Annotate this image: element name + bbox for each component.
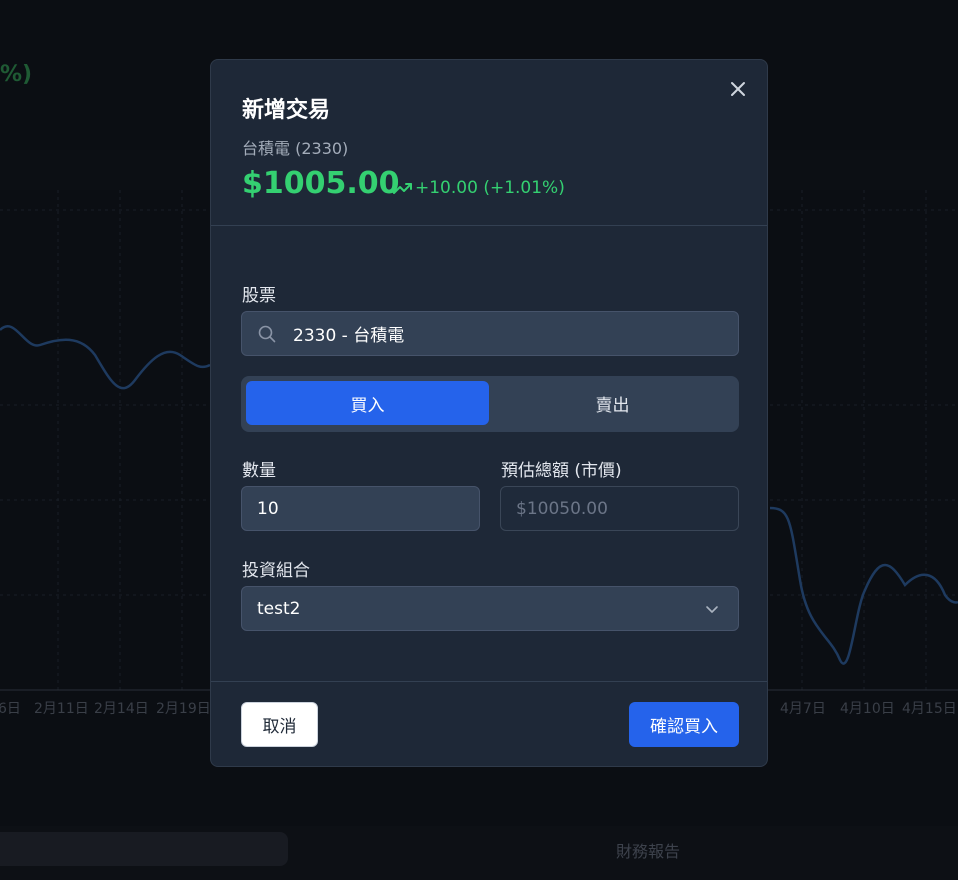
confirm-buy-button[interactable]: 確認買入 (629, 702, 739, 747)
stock-label: 股票 (242, 286, 276, 306)
estimate-total-field: $10050.00 (500, 486, 739, 531)
x-tick-label: 4月15日 (902, 701, 957, 717)
sell-tab[interactable]: 賣出 (491, 381, 734, 425)
header-divider (211, 225, 767, 226)
add-transaction-modal: 新增交易 台積電 (2330) $1005.00 +10.00 (+1.01%)… (210, 59, 768, 767)
close-icon (731, 82, 745, 96)
modal-title: 新增交易 (242, 98, 331, 123)
stock-price: $1005.00 (242, 166, 400, 201)
x-tick-label: 6日 (0, 701, 21, 717)
x-tick-label: 2月11日 (34, 701, 89, 717)
estimate-total-value: $10050.00 (516, 498, 608, 519)
x-tick-label: 4月7日 (780, 701, 826, 717)
estimate-total-label: 預估總額 (市價) (501, 461, 622, 481)
background-tab-financial-report: 財務報告 (616, 842, 681, 861)
search-icon (258, 325, 276, 342)
x-tick-label: 4月10日 (840, 701, 895, 717)
footer-divider (211, 681, 767, 682)
chevron-down-icon (706, 605, 718, 613)
portfolio-label: 投資組合 (242, 561, 310, 581)
stock-search-value: 2330 - 台積電 (293, 326, 405, 346)
background-tab-left (0, 832, 288, 866)
background-percent-text: %) (0, 62, 33, 87)
quantity-value: 10 (257, 498, 279, 519)
price-change: +10.00 (+1.01%) (393, 178, 565, 198)
x-tick-label: 2月19日 (156, 701, 211, 717)
trending-up-icon (393, 183, 412, 194)
quantity-label: 數量 (242, 461, 276, 481)
stock-search-input[interactable]: 2330 - 台積電 (241, 311, 739, 356)
quantity-input[interactable]: 10 (241, 486, 480, 531)
cancel-button[interactable]: 取消 (241, 702, 318, 747)
x-tick-label: 2月14日 (94, 701, 149, 717)
buy-sell-toggle: 買入 賣出 (241, 376, 739, 432)
stock-name: 台積電 (2330) (242, 139, 349, 158)
portfolio-value: test2 (257, 598, 301, 619)
portfolio-select[interactable]: test2 (241, 586, 739, 631)
price-change-text: +10.00 (+1.01%) (415, 178, 565, 198)
buy-tab[interactable]: 買入 (246, 381, 489, 425)
close-button[interactable] (727, 78, 749, 100)
